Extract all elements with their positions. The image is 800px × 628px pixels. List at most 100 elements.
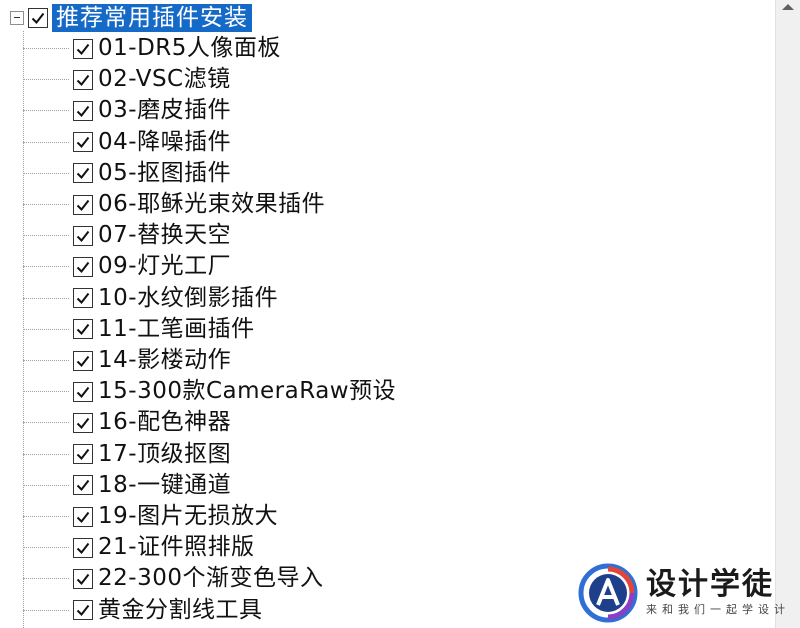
- tree-item-label[interactable]: 17-顶级抠图: [98, 439, 231, 470]
- tree-item-label[interactable]: 04-降噪插件: [98, 127, 231, 158]
- tree-connector-line: [23, 453, 69, 455]
- tree-item[interactable]: 04-降噪插件: [23, 127, 231, 158]
- tree-item-label[interactable]: 07-替换天空: [98, 220, 231, 251]
- tree-item[interactable]: 11-工笔画插件: [23, 314, 255, 345]
- checkmark-icon: [76, 573, 90, 585]
- watermark-subtitle: 来和我们一起学设计: [646, 603, 790, 616]
- vertical-scrollbar[interactable]: [775, 0, 800, 628]
- tree-connector-line: [23, 484, 69, 486]
- item-checkbox[interactable]: [73, 132, 93, 153]
- tree-connector-line: [23, 391, 69, 393]
- checkmark-icon: [76, 324, 90, 336]
- tree-connector-line: [23, 141, 69, 143]
- tree-item-label[interactable]: 01-DR5人像面板: [98, 33, 281, 64]
- tree-item[interactable]: 02-VSC滤镜: [23, 64, 231, 95]
- checkmark-icon: [76, 448, 90, 461]
- item-checkbox[interactable]: [73, 381, 93, 402]
- tree-connector-line: [23, 235, 69, 237]
- item-checkbox[interactable]: [73, 100, 93, 121]
- item-checkbox[interactable]: [73, 288, 93, 309]
- item-checkbox[interactable]: [73, 600, 93, 621]
- tree-connector-line: [23, 328, 69, 330]
- checkmark-icon: [76, 386, 90, 398]
- tree-item[interactable]: 17-顶级抠图: [23, 439, 231, 470]
- checkmark-icon: [76, 168, 90, 180]
- root-checkbox[interactable]: [28, 8, 48, 28]
- tree-item[interactable]: 09-灯光工厂: [23, 251, 231, 282]
- tree-connector-line: [23, 547, 69, 549]
- tree-root-label[interactable]: 推荐常用插件安装: [52, 4, 252, 32]
- tree-item[interactable]: 22-300个渐变色导入: [23, 563, 323, 594]
- checkmark-icon: [31, 12, 45, 25]
- item-checkbox[interactable]: [73, 568, 93, 589]
- tree-connector-line: [23, 609, 69, 611]
- tree-connector-line: [23, 422, 69, 424]
- installer-window: 推荐常用插件安装 01-DR5人像面板 02-VSC滤镜 03-磨皮插件 04-降噪插…: [0, 0, 800, 628]
- tree-item[interactable]: 14-影楼动作: [23, 345, 231, 376]
- checkmark-icon: [76, 230, 90, 242]
- tree-item-label[interactable]: 14-影楼动作: [98, 345, 231, 376]
- checkmark-icon: [76, 136, 90, 149]
- letter-a-circle-logo-icon: [578, 563, 638, 623]
- tree-item[interactable]: 05-抠图插件: [23, 158, 231, 189]
- item-checkbox[interactable]: [73, 69, 93, 90]
- item-checkbox[interactable]: [73, 256, 93, 277]
- watermark-text: 设计学徒 来和我们一起学设计: [646, 568, 790, 618]
- tree-item-label[interactable]: 06-耶稣光束效果插件: [98, 189, 325, 220]
- item-checkbox[interactable]: [73, 506, 93, 527]
- tree-connector-line: [23, 516, 69, 517]
- item-checkbox[interactable]: [73, 475, 93, 496]
- tree-item-label[interactable]: 22-300个渐变色导入: [98, 563, 323, 594]
- tree-item-label[interactable]: 09-灯光工厂: [98, 251, 231, 282]
- tree-item-label[interactable]: 02-VSC滤镜: [98, 64, 231, 95]
- tree-item-label[interactable]: 03-磨皮插件: [98, 95, 231, 126]
- tree-item-label[interactable]: 18-一键通道: [98, 470, 231, 501]
- tree-item-label[interactable]: 19-图片无损放大: [98, 501, 278, 532]
- tree-item-label[interactable]: 10-水纹倒影插件: [98, 283, 278, 314]
- collapse-icon[interactable]: [10, 11, 24, 25]
- tree-connector-line: [23, 578, 69, 580]
- tree-connector-line: [23, 266, 69, 268]
- scroll-up-arrow-icon[interactable]: [782, 4, 794, 10]
- plugin-tree: 推荐常用插件安装 01-DR5人像面板 02-VSC滤镜 03-磨皮插件 04-降噪插…: [0, 0, 776, 628]
- checkmark-icon: [76, 355, 90, 367]
- tree-item[interactable]: 01-DR5人像面板: [23, 33, 281, 64]
- tree-item-label[interactable]: 05-抠图插件: [98, 158, 231, 189]
- tree-item-label[interactable]: 16-配色神器: [98, 407, 231, 438]
- checkmark-icon: [76, 43, 90, 55]
- tree-item-label[interactable]: 15-300款CameraRaw预设: [98, 376, 396, 407]
- tree-item[interactable]: 03-磨皮插件: [23, 95, 231, 126]
- tree-item[interactable]: 19-图片无损放大: [23, 501, 278, 532]
- tree-root-row[interactable]: 推荐常用插件安装: [10, 4, 252, 32]
- tree-item-label[interactable]: 11-工笔画插件: [98, 314, 255, 345]
- tree-item-label[interactable]: 黄金分割线工具: [98, 595, 263, 626]
- tree-connector-line: [23, 48, 69, 49]
- tree-connector-line: [23, 360, 69, 361]
- tree-connector-line: [23, 172, 69, 174]
- tree-item[interactable]: 16-配色神器: [23, 407, 231, 438]
- item-checkbox[interactable]: [73, 319, 93, 340]
- checkmark-icon: [76, 417, 90, 429]
- watermark-title: 设计学徒: [646, 567, 774, 602]
- item-checkbox[interactable]: [73, 38, 93, 59]
- item-checkbox[interactable]: [73, 225, 93, 246]
- tree-item[interactable]: 18-一键通道: [23, 470, 231, 501]
- tree-item[interactable]: 10-水纹倒影插件: [23, 283, 278, 314]
- checkmark-icon: [76, 542, 90, 554]
- tree-item[interactable]: 15-300款CameraRaw预设: [23, 376, 396, 407]
- item-checkbox[interactable]: [73, 537, 93, 558]
- checkmark-icon: [76, 261, 90, 273]
- item-checkbox[interactable]: [73, 163, 93, 184]
- watermark: 设计学徒 来和我们一起学设计: [578, 562, 790, 624]
- tree-item[interactable]: 黄金分割线工具: [23, 595, 263, 626]
- checkmark-icon: [76, 604, 90, 617]
- tree-item-label[interactable]: 21-证件照排版: [98, 532, 255, 563]
- item-checkbox[interactable]: [73, 194, 93, 215]
- tree-item[interactable]: 07-替换天空: [23, 220, 231, 251]
- tree-item[interactable]: 21-证件照排版: [23, 532, 255, 563]
- tree-item[interactable]: 06-耶稣光束效果插件: [23, 189, 325, 220]
- item-checkbox[interactable]: [73, 412, 93, 433]
- item-checkbox[interactable]: [73, 350, 93, 371]
- tree-connector-line: [23, 110, 69, 112]
- item-checkbox[interactable]: [73, 444, 93, 465]
